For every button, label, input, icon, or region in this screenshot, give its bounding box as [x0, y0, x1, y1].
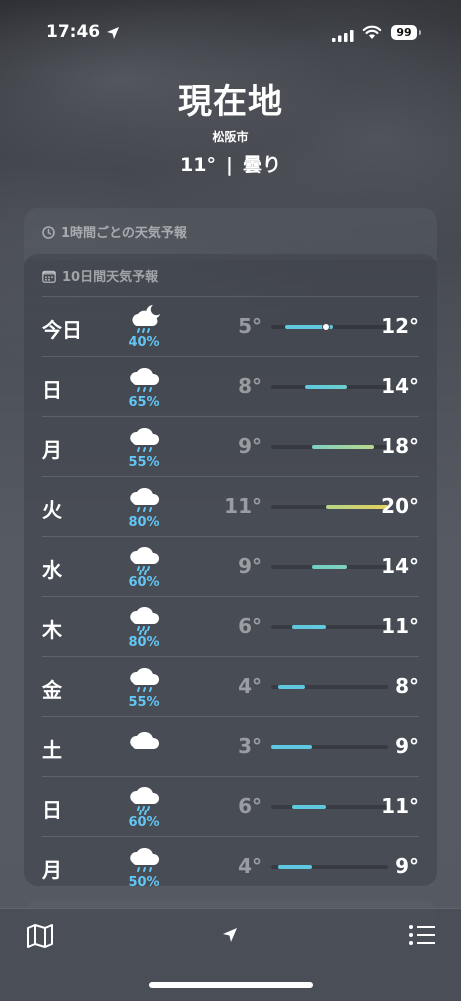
- high-temperature: 11°: [381, 614, 419, 638]
- location-arrow-icon[interactable]: [222, 927, 238, 947]
- low-temperature: 11°: [224, 494, 262, 518]
- cloud-rain-icon: [128, 363, 164, 395]
- low-temperature: 9°: [238, 554, 262, 578]
- hourly-forecast-label: 1時間ごとの天気予報: [42, 222, 187, 241]
- high-temperature: 8°: [395, 674, 419, 698]
- forecast-day: 日: [42, 378, 62, 402]
- low-temperature: 6°: [238, 794, 262, 818]
- cloud-heavy-rain-icon: [128, 543, 164, 575]
- cellular-signal-icon: [332, 27, 354, 46]
- forecast-row[interactable]: 日 65% 8° 14°: [42, 356, 419, 416]
- precipitation-chance: 80%: [128, 635, 160, 650]
- ten-day-forecast-card[interactable]: 10日間天気予報 今日 40% 5° 12° 日 65% 8° 14° 月 55…: [24, 254, 437, 890]
- ten-day-forecast-label: 10日間天気予報: [42, 266, 158, 285]
- calendar-icon: [42, 270, 62, 285]
- status-bar: 17:46 99: [0, 0, 461, 60]
- forecast-row[interactable]: 月 50% 4° 9°: [42, 836, 419, 896]
- forecast-day: 木: [42, 618, 62, 642]
- forecast-day: 火: [42, 498, 62, 522]
- cloud-rain-icon: [128, 663, 164, 695]
- location-title: 現在地: [178, 82, 283, 122]
- condition-text: 曇り: [242, 154, 281, 176]
- map-icon[interactable]: [26, 923, 54, 953]
- temperature-range-fill: [291, 625, 327, 629]
- battery-icon: 99: [391, 25, 417, 40]
- clock-icon: [42, 226, 61, 241]
- precipitation-chance: 65%: [128, 395, 160, 410]
- hourly-forecast-title: 1時間ごとの天気予報: [61, 226, 187, 241]
- forecast-row[interactable]: 水 60% 9° 14°: [42, 536, 419, 596]
- precipitation-chance: 80%: [128, 515, 160, 530]
- current-weather-header: 現在地 松阪市 11° | 曇り: [0, 78, 461, 177]
- forecast-row[interactable]: 土 3° 9°: [42, 716, 419, 776]
- temperature-range-fill: [305, 385, 347, 389]
- high-temperature: 14°: [381, 374, 419, 398]
- high-temperature: 12°: [381, 314, 419, 338]
- forecast-row[interactable]: 金 55% 4° 8°: [42, 656, 419, 716]
- forecast-day: 水: [42, 558, 62, 582]
- temperature-range-fill: [291, 805, 327, 809]
- cloud-rain-icon: [128, 483, 164, 515]
- cloud-rain-icon: [128, 423, 164, 455]
- forecast-day: 日: [42, 798, 62, 822]
- precipitation-chance: 55%: [128, 695, 160, 710]
- list-icon[interactable]: [408, 923, 436, 951]
- low-temperature: 4°: [238, 674, 262, 698]
- precipitation-chance: 40%: [128, 335, 160, 350]
- cloud-icon: [128, 723, 164, 755]
- forecast-rows: 今日 40% 5° 12° 日 65% 8° 14° 月 55% 9° 18° …: [24, 296, 437, 896]
- high-temperature: 11°: [381, 794, 419, 818]
- forecast-day: 金: [42, 678, 62, 702]
- home-indicator: [149, 982, 313, 988]
- forecast-day: 月: [42, 858, 62, 882]
- forecast-day: 土: [42, 738, 62, 762]
- high-temperature: 18°: [381, 434, 419, 458]
- precipitation-chance: 60%: [128, 575, 160, 590]
- temperature-range-fill: [277, 865, 313, 869]
- cloud-heavy-rain-icon: [128, 603, 164, 635]
- current-temperature: 11°: [180, 154, 216, 176]
- location-arrow-icon: [106, 25, 120, 44]
- forecast-row[interactable]: 木 80% 6° 11°: [42, 596, 419, 656]
- forecast-row[interactable]: 今日 40% 5° 12°: [42, 296, 419, 356]
- high-temperature: 14°: [381, 554, 419, 578]
- precipitation-chance: 60%: [128, 815, 160, 830]
- low-temperature: 9°: [238, 434, 262, 458]
- precipitation-chance: 55%: [128, 455, 160, 470]
- forecast-row[interactable]: 火 80% 11° 20°: [42, 476, 419, 536]
- wifi-icon: [362, 25, 382, 44]
- low-temperature: 8°: [238, 374, 262, 398]
- precipitation-chance: 50%: [128, 875, 160, 890]
- forecast-row[interactable]: 月 55% 9° 18°: [42, 416, 419, 476]
- low-temperature: 5°: [238, 314, 262, 338]
- status-time: 17:46: [46, 22, 101, 42]
- low-temperature: 4°: [238, 854, 262, 878]
- high-temperature: 9°: [395, 734, 419, 758]
- forecast-day: 月: [42, 438, 62, 462]
- battery-tip: [419, 30, 421, 35]
- conditions-separator: |: [225, 154, 233, 176]
- city-name: 松阪市: [212, 130, 249, 144]
- temperature-range-fill: [277, 685, 306, 689]
- ten-day-forecast-title: 10日間天気予報: [62, 270, 159, 285]
- temperature-range-fill: [312, 565, 347, 569]
- hourly-forecast-card[interactable]: 1時間ごとの天気予報: [24, 208, 437, 260]
- current-conditions: 11° | 曇り: [0, 150, 461, 177]
- low-temperature: 3°: [238, 734, 262, 758]
- forecast-day: 今日: [42, 318, 82, 342]
- high-temperature: 9°: [395, 854, 419, 878]
- forecast-row[interactable]: 日 60% 6° 11°: [42, 776, 419, 836]
- partly-cloudy-night-rain-icon: [128, 303, 164, 335]
- low-temperature: 6°: [238, 614, 262, 638]
- cloud-rain-icon: [128, 843, 164, 875]
- high-temperature: 20°: [381, 494, 419, 518]
- cloud-heavy-rain-icon: [128, 783, 164, 815]
- current-temperature-marker: [322, 323, 331, 331]
- temperature-range-fill: [271, 745, 313, 749]
